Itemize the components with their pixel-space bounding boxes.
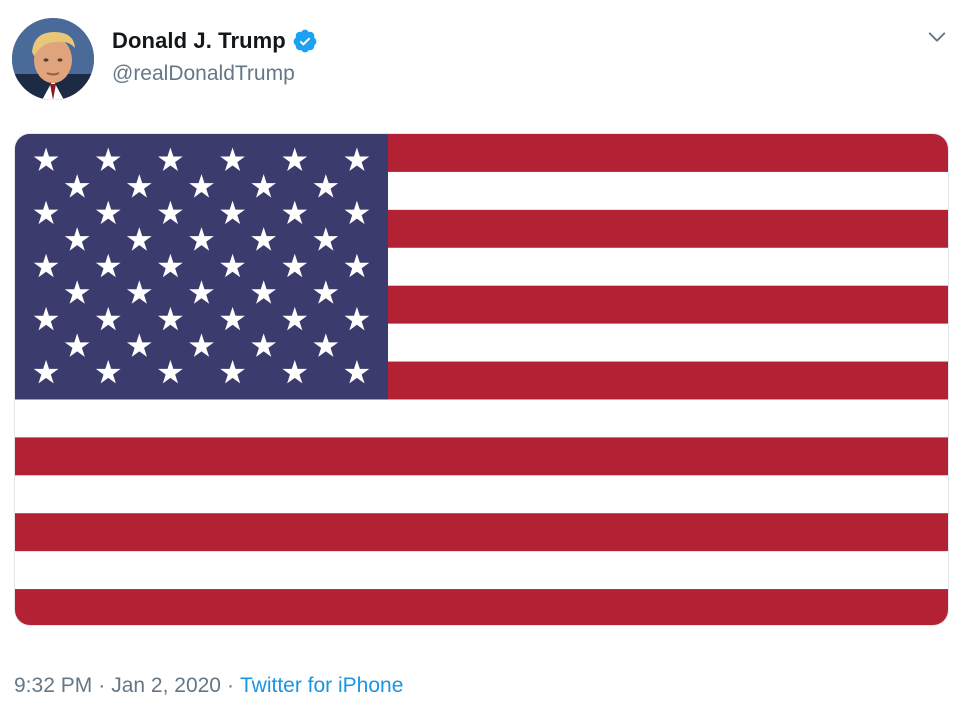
avatar[interactable] [12, 18, 94, 100]
author-name-row: Donald J. Trump [112, 28, 318, 54]
flag-red-stripe [15, 437, 948, 476]
tweet-meta: 9:32 PM · Jan 2, 2020 · Twitter for iPhone [14, 674, 403, 698]
tweet-time[interactable]: 9:32 PM [14, 674, 92, 697]
display-name[interactable]: Donald J. Trump [112, 28, 286, 54]
meta-separator: · [98, 674, 106, 697]
tweet-media[interactable] [14, 133, 949, 626]
tweet-date[interactable]: Jan 2, 2020 [111, 674, 221, 697]
tweet-card: Donald J. Trump @realDonaldTrump 9:32 PM… [0, 0, 962, 725]
flag-red-stripe [15, 513, 948, 552]
verified-badge-icon [293, 29, 317, 53]
meta-separator: · [226, 674, 234, 697]
flag-canton [15, 134, 388, 400]
chevron-down-icon[interactable] [926, 26, 948, 48]
author-handle[interactable]: @realDonaldTrump [112, 62, 295, 86]
flag-red-stripe [15, 589, 948, 625]
tweet-source-link[interactable]: Twitter for iPhone [240, 674, 403, 697]
us-flag-image [15, 134, 948, 625]
